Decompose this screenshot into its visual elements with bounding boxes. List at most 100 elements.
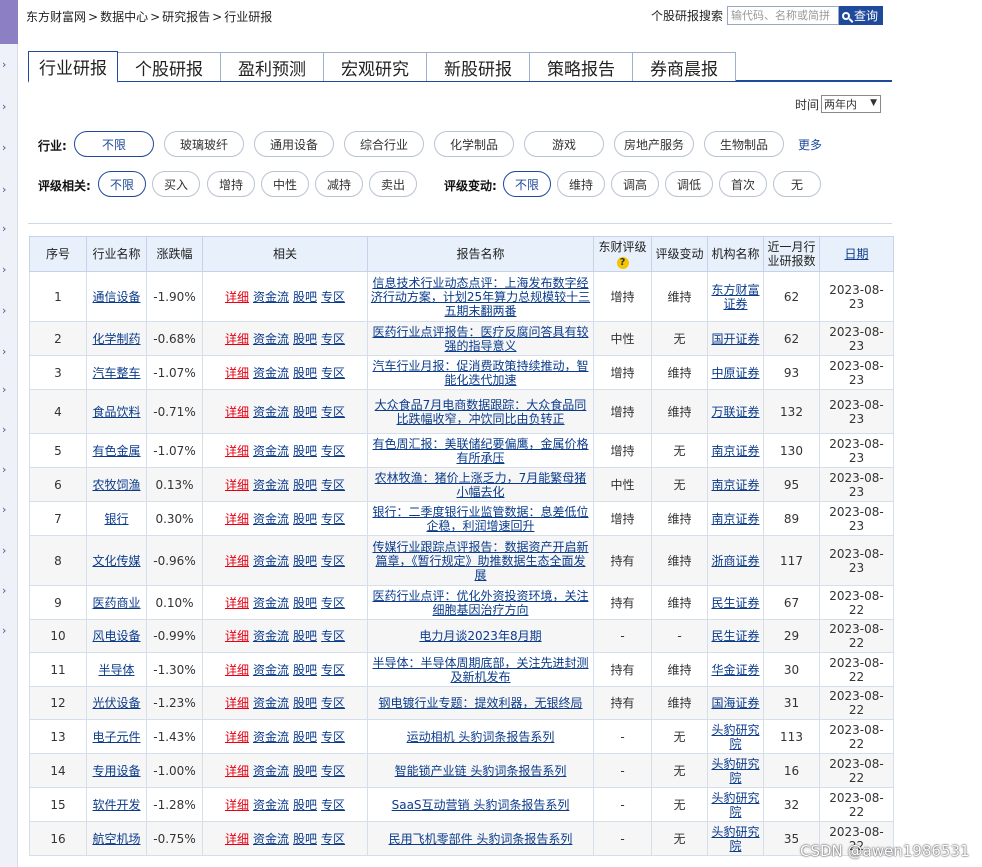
industry-filter-option[interactable]: 游戏 bbox=[524, 131, 604, 157]
industry-link[interactable]: 医药商业 bbox=[92, 596, 140, 610]
rating-filter-option[interactable]: 减持 bbox=[315, 171, 363, 197]
report-title-link[interactable]: 电力月谈2023年8月期 bbox=[419, 629, 541, 643]
fund-flow-link[interactable]: 资金流 bbox=[253, 554, 289, 568]
industry-link[interactable]: 软件开发 bbox=[92, 798, 140, 812]
fund-flow-link[interactable]: 资金流 bbox=[253, 798, 289, 812]
zone-link[interactable]: 专区 bbox=[321, 764, 345, 778]
rating-change-filter-option[interactable]: 调高 bbox=[611, 171, 659, 197]
zone-link[interactable]: 专区 bbox=[321, 444, 345, 458]
org-link[interactable]: 南京证券 bbox=[711, 512, 759, 526]
report-title-link[interactable]: 传媒行业跟踪点评报告：数据资产开启新篇章，《暂行规定》助推数据生态全面发展 bbox=[372, 540, 588, 582]
side-chevron-icon[interactable]: › bbox=[2, 383, 6, 396]
guba-link[interactable]: 股吧 bbox=[293, 663, 317, 677]
zone-link[interactable]: 专区 bbox=[321, 290, 345, 304]
industry-link[interactable]: 食品饮料 bbox=[92, 405, 140, 419]
breadcrumb-item[interactable]: 研究报告 bbox=[162, 10, 210, 24]
detail-link[interactable]: 详细 bbox=[225, 629, 249, 643]
fund-flow-link[interactable]: 资金流 bbox=[253, 832, 289, 846]
rating-filter-option[interactable]: 增持 bbox=[207, 171, 255, 197]
detail-link[interactable]: 详细 bbox=[225, 798, 249, 812]
detail-link[interactable]: 详细 bbox=[225, 663, 249, 677]
report-title-link[interactable]: 银行：二季度银行业监管数据：息差低位企稳，利润增速回升 bbox=[372, 505, 588, 533]
guba-link[interactable]: 股吧 bbox=[293, 696, 317, 710]
side-chevron-icon[interactable]: › bbox=[2, 503, 6, 516]
report-title-link[interactable]: 医药行业点评：优化外资投资环境，关注细胞基因治疗方向 bbox=[372, 589, 588, 617]
side-chevron-icon[interactable]: › bbox=[2, 100, 6, 113]
org-link[interactable]: 南京证券 bbox=[711, 444, 759, 458]
industry-filter-option[interactable]: 不限 bbox=[74, 131, 154, 157]
guba-link[interactable]: 股吧 bbox=[293, 405, 317, 419]
org-link[interactable]: 浙商证券 bbox=[711, 554, 759, 568]
report-title-link[interactable]: 农林牧渔：猪价上涨乏力，7月能繁母猪小幅去化 bbox=[375, 471, 587, 499]
org-link[interactable]: 民生证券 bbox=[711, 596, 759, 610]
tab-4[interactable]: 新股研报 bbox=[427, 52, 530, 81]
detail-link[interactable]: 详细 bbox=[225, 832, 249, 846]
zone-link[interactable]: 专区 bbox=[321, 596, 345, 610]
breadcrumb-item[interactable]: 东方财富网 bbox=[26, 10, 86, 24]
side-chevron-icon[interactable]: › bbox=[2, 544, 6, 557]
org-link[interactable]: 南京证券 bbox=[711, 478, 759, 492]
guba-link[interactable]: 股吧 bbox=[293, 730, 317, 744]
org-link[interactable]: 头豹研究院 bbox=[711, 825, 759, 853]
zone-link[interactable]: 专区 bbox=[321, 798, 345, 812]
industry-link[interactable]: 半导体 bbox=[98, 663, 134, 677]
guba-link[interactable]: 股吧 bbox=[293, 290, 317, 304]
detail-link[interactable]: 详细 bbox=[225, 405, 249, 419]
guba-link[interactable]: 股吧 bbox=[293, 332, 317, 346]
side-chevron-icon[interactable]: › bbox=[2, 304, 6, 317]
tab-3[interactable]: 宏观研究 bbox=[324, 52, 427, 81]
column-header[interactable]: 日期 bbox=[819, 236, 894, 272]
industry-link[interactable]: 农牧饲渔 bbox=[92, 478, 140, 492]
industry-filter-option[interactable]: 综合行业 bbox=[344, 131, 424, 157]
help-icon[interactable]: ? bbox=[616, 256, 629, 269]
side-chevron-icon[interactable]: › bbox=[2, 58, 6, 71]
guba-link[interactable]: 股吧 bbox=[293, 764, 317, 778]
breadcrumb-item[interactable]: 行业研报 bbox=[224, 10, 272, 24]
report-title-link[interactable]: 汽车行业月报：促消费政策持续推动，智能化迭代加速 bbox=[372, 359, 588, 387]
tab-2[interactable]: 盈利预测 bbox=[221, 52, 324, 81]
guba-link[interactable]: 股吧 bbox=[293, 478, 317, 492]
side-chevron-icon[interactable]: › bbox=[2, 183, 6, 196]
org-link[interactable]: 万联证券 bbox=[711, 405, 759, 419]
fund-flow-link[interactable]: 资金流 bbox=[253, 290, 289, 304]
detail-link[interactable]: 详细 bbox=[225, 596, 249, 610]
zone-link[interactable]: 专区 bbox=[321, 478, 345, 492]
report-title-link[interactable]: SaaS互动营销 头豹词条报告系列 bbox=[392, 798, 570, 812]
fund-flow-link[interactable]: 资金流 bbox=[253, 366, 289, 380]
org-link[interactable]: 国开证券 bbox=[711, 332, 759, 346]
industry-filter-option[interactable]: 玻璃玻纤 bbox=[164, 131, 244, 157]
zone-link[interactable]: 专区 bbox=[321, 366, 345, 380]
zone-link[interactable]: 专区 bbox=[321, 730, 345, 744]
zone-link[interactable]: 专区 bbox=[321, 405, 345, 419]
more-industries-link[interactable]: 更多 bbox=[798, 136, 822, 153]
industry-link[interactable]: 有色金属 bbox=[92, 444, 140, 458]
report-title-link[interactable]: 运动相机 头豹词条报告系列 bbox=[407, 730, 555, 744]
org-link[interactable]: 头豹研究院 bbox=[711, 757, 759, 785]
zone-link[interactable]: 专区 bbox=[321, 332, 345, 346]
guba-link[interactable]: 股吧 bbox=[293, 366, 317, 380]
industry-filter-option[interactable]: 化学制品 bbox=[434, 131, 514, 157]
detail-link[interactable]: 详细 bbox=[225, 478, 249, 492]
detail-link[interactable]: 详细 bbox=[225, 696, 249, 710]
org-link[interactable]: 东方财富证券 bbox=[711, 283, 759, 311]
sort-date-link[interactable]: 日期 bbox=[844, 247, 868, 261]
guba-link[interactable]: 股吧 bbox=[293, 554, 317, 568]
rating-change-filter-option[interactable]: 维持 bbox=[557, 171, 605, 197]
zone-link[interactable]: 专区 bbox=[321, 512, 345, 526]
tab-0[interactable]: 行业研报 bbox=[28, 51, 118, 83]
report-title-link[interactable]: 医药行业点评报告：医疗反腐问答具有较强的指导意义 bbox=[372, 325, 588, 353]
report-title-link[interactable]: 有色周汇报：美联储纪要偏鹰，金属价格有所承压 bbox=[372, 437, 588, 465]
industry-filter-option[interactable]: 通用设备 bbox=[254, 131, 334, 157]
rating-change-filter-option[interactable]: 无 bbox=[773, 171, 821, 197]
fund-flow-link[interactable]: 资金流 bbox=[253, 478, 289, 492]
fund-flow-link[interactable]: 资金流 bbox=[253, 512, 289, 526]
org-link[interactable]: 国海证券 bbox=[711, 696, 759, 710]
guba-link[interactable]: 股吧 bbox=[293, 798, 317, 812]
side-chevron-icon[interactable]: › bbox=[2, 584, 6, 597]
industry-link[interactable]: 化学制药 bbox=[92, 332, 140, 346]
side-chevron-icon[interactable]: › bbox=[2, 263, 6, 276]
fund-flow-link[interactable]: 资金流 bbox=[253, 405, 289, 419]
rating-change-filter-option[interactable]: 调低 bbox=[665, 171, 713, 197]
industry-link[interactable]: 光伏设备 bbox=[92, 696, 140, 710]
org-link[interactable]: 中原证券 bbox=[711, 366, 759, 380]
